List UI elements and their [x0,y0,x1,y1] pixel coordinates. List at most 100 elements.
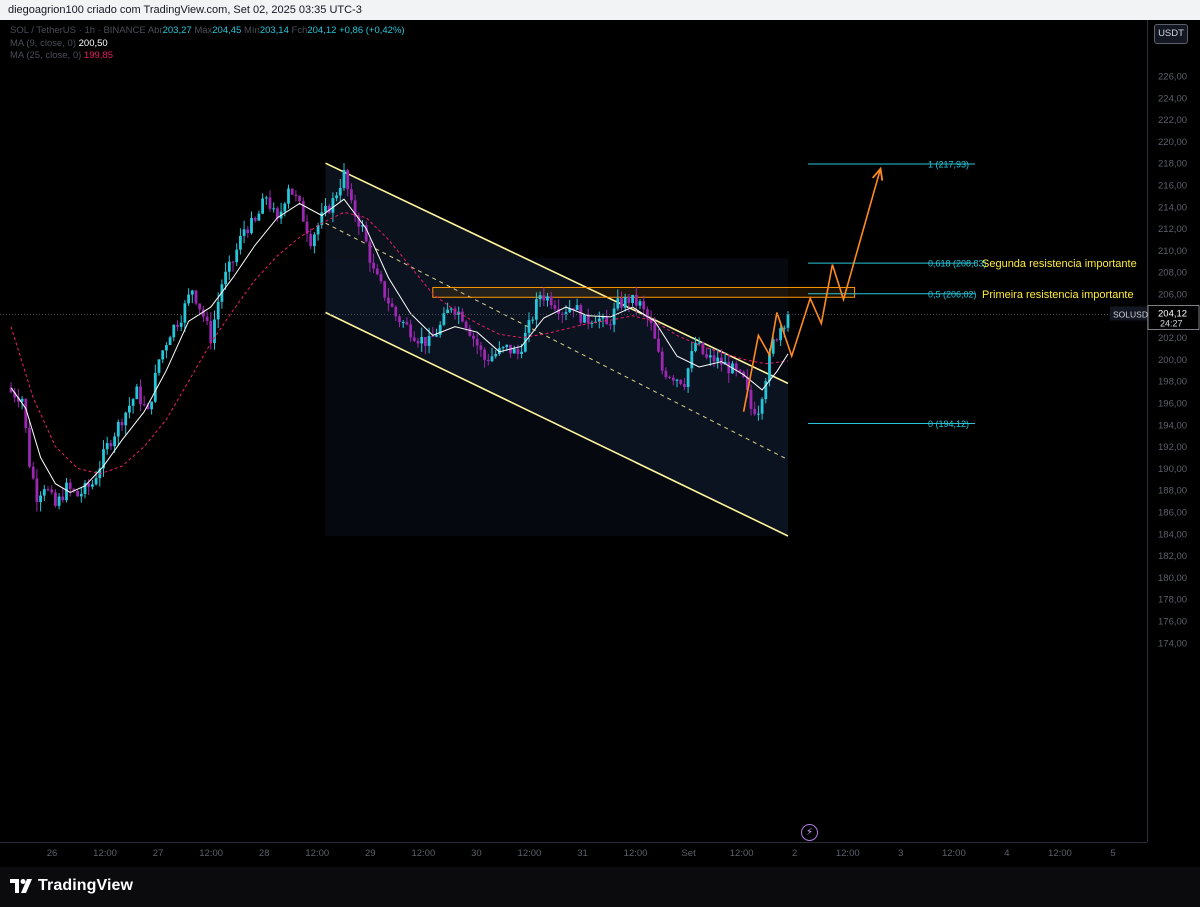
candle-up[interactable] [427,336,431,346]
candle-down[interactable] [727,361,731,374]
candle-down[interactable] [753,408,757,415]
candle-up[interactable] [242,229,246,236]
candle-up[interactable] [187,294,190,304]
candle-down[interactable] [394,306,398,317]
candle-down[interactable] [46,489,50,491]
candle-up[interactable] [490,356,494,362]
candle-down[interactable] [31,466,35,479]
candle-down[interactable] [231,261,235,263]
candle-up[interactable] [190,290,194,295]
candle-up[interactable] [757,413,760,415]
candle-down[interactable] [246,229,250,234]
candle-down[interactable] [701,342,705,355]
candle-up[interactable] [520,351,523,354]
candle-up[interactable] [331,198,335,213]
candle-down[interactable] [664,370,668,378]
candle-up[interactable] [153,372,157,402]
candle-up[interactable] [91,484,94,487]
candle-up[interactable] [612,308,616,325]
candle-down[interactable] [734,363,738,370]
candle-down[interactable] [409,324,412,338]
candle-up[interactable] [779,328,782,341]
candle-up[interactable] [686,368,690,387]
candle-down[interactable] [294,194,298,197]
candle-down[interactable] [383,281,387,298]
candle-down[interactable] [486,359,490,362]
candle-down[interactable] [209,320,213,343]
price-chart[interactable]: 1 (217,93) 0,618 (208,83) 0,5 (206,02) 0 (1… [0,20,1200,867]
candle-up[interactable] [172,324,176,338]
legend-ma9[interactable]: MA (9, close, 0) 200,50 [10,38,405,51]
candle-up[interactable] [716,357,720,362]
candle-down[interactable] [298,196,301,202]
candle-up[interactable] [446,309,449,314]
currency-button[interactable]: USDT [1154,24,1188,44]
candle-up[interactable] [105,443,109,450]
candle-down[interactable] [290,188,294,195]
candle-up[interactable] [535,299,538,320]
candle-up[interactable] [494,354,498,357]
candle-up[interactable] [250,218,253,234]
candle-down[interactable] [668,377,671,379]
candle-down[interactable] [387,297,390,304]
candle-down[interactable] [28,428,31,467]
candle-up[interactable] [760,399,764,414]
candle-up[interactable] [261,198,264,214]
candle-up[interactable] [435,334,438,337]
tradingview-logo[interactable]: TradingView [10,877,133,895]
candle-up[interactable] [631,294,634,303]
candle-down[interactable] [579,305,583,323]
candle-up[interactable] [512,348,516,354]
candle-down[interactable] [301,201,305,222]
candle-up[interactable] [575,305,579,311]
candle-up[interactable] [531,319,535,321]
candle-down[interactable] [24,398,28,429]
candle-down[interactable] [679,379,683,384]
candle-down[interactable] [368,241,372,263]
candle-down[interactable] [120,421,124,426]
candle-down[interactable] [431,336,435,338]
candle-up[interactable] [39,495,42,503]
candle-down[interactable] [516,348,520,354]
candle-up[interactable] [216,301,220,320]
candle-up[interactable] [135,386,139,400]
candle-up[interactable] [113,436,116,447]
candle-up[interactable] [338,188,342,196]
candle-up[interactable] [283,203,287,212]
candle-down[interactable] [683,383,686,387]
candle-up[interactable] [168,337,172,346]
legend-ma25[interactable]: MA (25, close, 0) 199,85 [10,50,405,63]
candle-up[interactable] [449,308,453,310]
candle-up[interactable] [313,234,316,247]
candle-up[interactable] [420,337,424,344]
candle-down[interactable] [549,296,553,306]
candle-down[interactable] [627,297,631,303]
candle-up[interactable] [183,303,187,323]
candle-down[interactable] [398,316,401,323]
candle-up[interactable] [546,296,549,301]
candle-up[interactable] [179,322,183,327]
candle-down[interactable] [205,316,209,321]
candle-up[interactable] [161,350,165,360]
candle-down[interactable] [464,321,468,329]
candle-down[interactable] [139,386,142,405]
candle-up[interactable] [505,344,509,348]
candle-up[interactable] [157,359,161,373]
candle-down[interactable] [346,169,350,190]
candle-up[interactable] [583,314,586,323]
candle-up[interactable] [79,493,83,497]
candle-up[interactable] [235,249,239,263]
candle-down[interactable] [653,323,657,339]
candle-down[interactable] [109,443,113,447]
candle-up[interactable] [697,342,701,344]
candle-down[interactable] [620,298,623,308]
candle-down[interactable] [749,389,753,409]
candle-down[interactable] [609,324,612,326]
candle-up[interactable] [57,496,61,506]
candle-down[interactable] [350,189,353,201]
candle-down[interactable] [198,303,202,310]
candle-down[interactable] [379,274,383,282]
candle-down[interactable] [472,335,475,339]
candle-down[interactable] [657,338,660,352]
candle-down[interactable] [416,340,420,344]
